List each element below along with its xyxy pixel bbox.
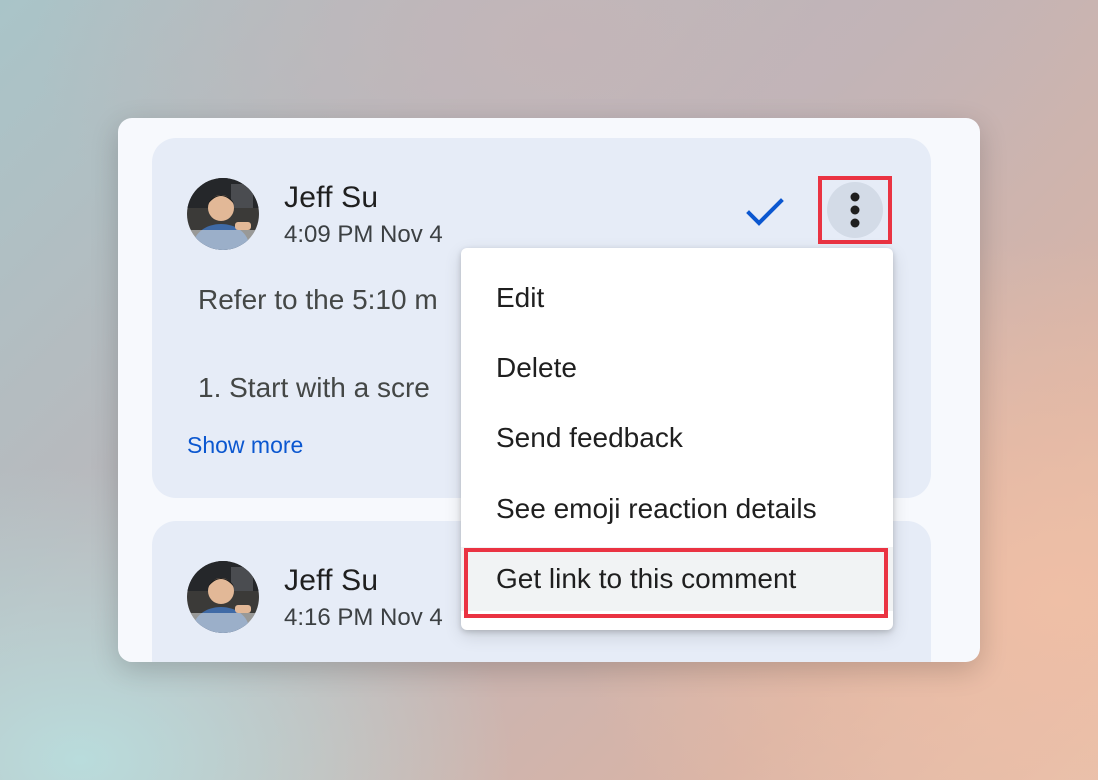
comment-options-menu: Edit Delete Send feedback See emoji reac… [461,248,893,630]
comment-author: Jeff Su [284,564,379,597]
comment-body-line: Refer to the 5:10 m [198,284,438,315]
more-options-hover [827,182,883,238]
resolve-button[interactable] [740,190,790,234]
avatar[interactable] [187,561,259,633]
comment-author: Jeff Su [284,181,379,214]
menu-item-get-link[interactable]: Get link to this comment [461,547,893,611]
menu-item-delete[interactable]: Delete [461,336,893,400]
checkmark-icon [746,198,784,226]
more-options-button[interactable] [818,176,892,244]
menu-item-emoji-reaction-details[interactable]: See emoji reaction details [461,477,893,541]
comment-timestamp: 4:16 PM Nov 4 [284,604,443,631]
more-vertical-icon [850,192,860,228]
show-more-link[interactable]: Show more [187,432,303,459]
avatar[interactable] [187,178,259,250]
menu-item-edit[interactable]: Edit [461,266,893,330]
menu-item-send-feedback[interactable]: Send feedback [461,406,893,470]
comment-body-line: 1. Start with a scre [198,372,430,403]
comment-timestamp: 4:09 PM Nov 4 [284,221,443,248]
